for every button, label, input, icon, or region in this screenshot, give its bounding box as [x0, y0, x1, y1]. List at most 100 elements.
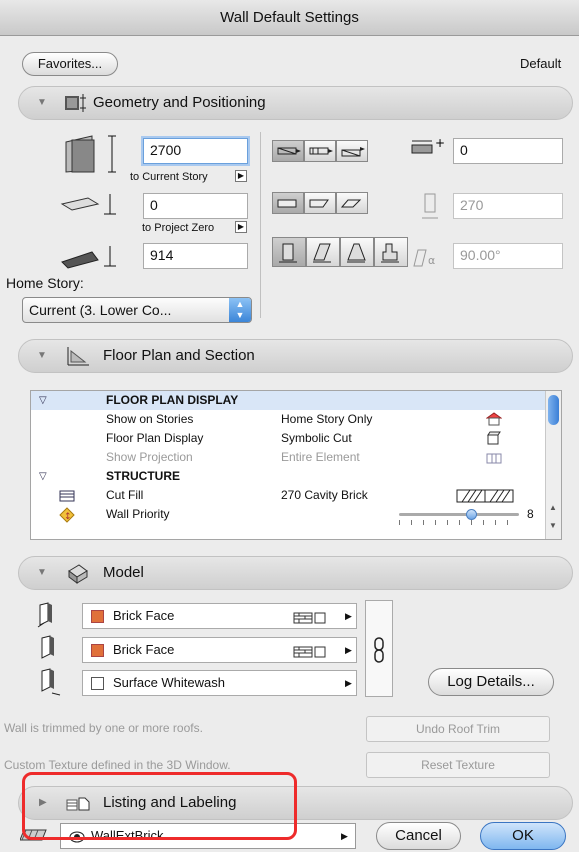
floorplan-section-header[interactable]: ▼ Floor Plan and Section: [18, 339, 573, 373]
home-story-label: Home Story:: [6, 275, 84, 291]
wall-profile-button-group: [272, 237, 408, 270]
list-item-label: Wall Priority: [106, 507, 170, 521]
surface-side-1-icon: [36, 601, 58, 632]
floorplan-settings-list: ▽ FLOOR PLAN DISPLAY Show on Stories Hom…: [30, 390, 562, 540]
list-item-value: Home Story Only: [281, 412, 373, 426]
list-group-label: STRUCTURE: [106, 469, 180, 483]
scroll-down-arrow-icon[interactable]: ▼: [549, 521, 557, 530]
favorites-button[interactable]: Favorites...: [22, 52, 118, 76]
triangle-down-icon[interactable]: ▼: [37, 97, 47, 108]
triangle-down-icon[interactable]: ▽: [39, 391, 47, 410]
list-group-label: FLOOR PLAN DISPLAY: [106, 393, 239, 407]
list-item-label: Floor Plan Display: [106, 431, 204, 445]
home-story-select[interactable]: Current (3. Lower Co... ▲ ▼: [22, 297, 252, 323]
custom-texture-status: Custom Texture defined in the 3D Window.: [4, 758, 231, 772]
trapezoid-wall-button[interactable]: [304, 192, 336, 214]
list-item-value: Entire Element: [281, 450, 360, 464]
wall-thickness-input[interactable]: 914: [143, 243, 248, 269]
wall-type-button-group: [272, 192, 368, 217]
slider-ticks: [399, 520, 519, 525]
slant-angle-input[interactable]: 90.00°: [453, 243, 563, 269]
popup-arrow-icon[interactable]: ▶: [345, 671, 352, 695]
surface-color-swatch: [91, 610, 104, 623]
svg-text:α: α: [428, 254, 435, 267]
wall-offset-input[interactable]: 0: [453, 138, 563, 164]
popup-arrow-icon[interactable]: ▶: [345, 638, 352, 662]
brick-pattern-icon: [293, 609, 327, 633]
brick-pattern-icon: [293, 643, 327, 667]
undo-roof-trim-button[interactable]: Undo Roof Trim: [366, 716, 550, 742]
popup-arrow-icon[interactable]: ▶: [345, 604, 352, 628]
model-section-header[interactable]: ▼ Model: [18, 556, 573, 590]
list-group-header[interactable]: ▽ FLOOR PLAN DISPLAY: [31, 391, 546, 410]
ok-button[interactable]: OK: [480, 822, 566, 850]
list-item[interactable]: Show on Stories Home Story Only: [31, 410, 546, 429]
triangle-down-icon[interactable]: ▽: [39, 467, 47, 486]
straight-wall-button[interactable]: [272, 192, 304, 214]
wall-height-icon: [62, 132, 122, 179]
geometry-divider: [260, 132, 261, 318]
slant-thickness-input[interactable]: 270: [453, 193, 563, 219]
floorplan-section-title: Floor Plan and Section: [103, 347, 255, 364]
wall-geometry-icon: [63, 92, 87, 117]
complex-profile-button[interactable]: [374, 237, 408, 267]
ref-line-outside-button[interactable]: [272, 140, 304, 162]
list-item-value: Symbolic Cut: [281, 431, 352, 445]
surface-edge-icon: [38, 634, 60, 665]
base-offset-input[interactable]: 0: [143, 193, 248, 219]
straight-profile-button[interactable]: [272, 237, 306, 267]
highlight-annotation-box: [22, 772, 297, 840]
double-slanted-profile-button[interactable]: [340, 237, 374, 267]
triangle-down-icon[interactable]: ▼: [37, 567, 47, 578]
list-group-header[interactable]: ▽ STRUCTURE: [31, 467, 546, 486]
home-story-value: Current (3. Lower Co...: [29, 302, 172, 318]
list-item[interactable]: Floor Plan Display Symbolic Cut: [31, 429, 546, 448]
wall-offset-icon: +: [410, 136, 445, 160]
list-item[interactable]: ↕ Wall Priority 8: [31, 505, 546, 525]
current-story-popup-arrow-icon[interactable]: ▶: [235, 170, 247, 182]
wall-height-input[interactable]: 2700: [143, 138, 248, 164]
surface-label: Brick Face: [113, 642, 175, 657]
surface-row-2[interactable]: Brick Face ▶: [82, 637, 357, 663]
link-surfaces-toggle[interactable]: [365, 600, 393, 697]
wall-thickness-icon: [58, 242, 118, 275]
to-current-story-label: to Current Story: [130, 171, 208, 183]
scroll-up-arrow-icon[interactable]: ▲: [549, 503, 557, 512]
priority-icon: ↕: [59, 507, 75, 529]
ref-line-inside-button[interactable]: [336, 140, 368, 162]
reference-line-button-group: [272, 140, 368, 165]
geometry-section-header[interactable]: ▼ Geometry and Positioning: [18, 86, 573, 120]
stepper-arrows-icon[interactable]: ▲ ▼: [229, 298, 251, 322]
list-item-label: Show Projection: [106, 450, 193, 464]
surface-row-1[interactable]: Brick Face ▶: [82, 603, 357, 629]
geometry-section-title: Geometry and Positioning: [93, 94, 266, 111]
list-scrollbar[interactable]: ▲ ▼: [545, 391, 561, 539]
list-item-label: Show on Stories: [106, 412, 194, 426]
surface-label: Brick Face: [113, 608, 175, 623]
ref-line-center-button[interactable]: [304, 140, 336, 162]
slanted-profile-button[interactable]: [306, 237, 340, 267]
polygonal-wall-button[interactable]: [336, 192, 368, 214]
chain-link-icon: [373, 637, 385, 666]
log-details-button[interactable]: Log Details...: [428, 668, 554, 696]
svg-text:+: +: [435, 137, 444, 150]
list-item[interactable]: Cut Fill 270 Cavity Brick: [31, 486, 546, 505]
base-offset-icon: [58, 190, 118, 223]
wall-priority-value: 8: [527, 507, 534, 521]
triangle-down-icon[interactable]: ▼: [37, 350, 47, 361]
wall-priority-slider-thumb[interactable]: [465, 509, 477, 520]
window-title: Wall Default Settings: [0, 0, 579, 36]
project-zero-popup-arrow-icon[interactable]: ▶: [235, 221, 247, 233]
wall-priority-slider[interactable]: [399, 509, 519, 520]
surface-color-swatch: [91, 644, 104, 657]
svg-text:↕: ↕: [64, 512, 72, 522]
cancel-button[interactable]: Cancel: [376, 822, 461, 850]
popup-arrow-icon[interactable]: ▶: [341, 824, 348, 848]
model-section-title: Model: [103, 564, 144, 581]
list-item-value: 270 Cavity Brick: [281, 488, 368, 502]
reset-texture-button[interactable]: Reset Texture: [366, 752, 550, 778]
surface-row-3[interactable]: Surface Whitewash ▶: [82, 670, 357, 696]
roof-trim-status: Wall is trimmed by one or more roofs.: [4, 721, 203, 735]
scrollbar-thumb[interactable]: [548, 395, 559, 425]
list-item[interactable]: Show Projection Entire Element: [31, 448, 546, 467]
